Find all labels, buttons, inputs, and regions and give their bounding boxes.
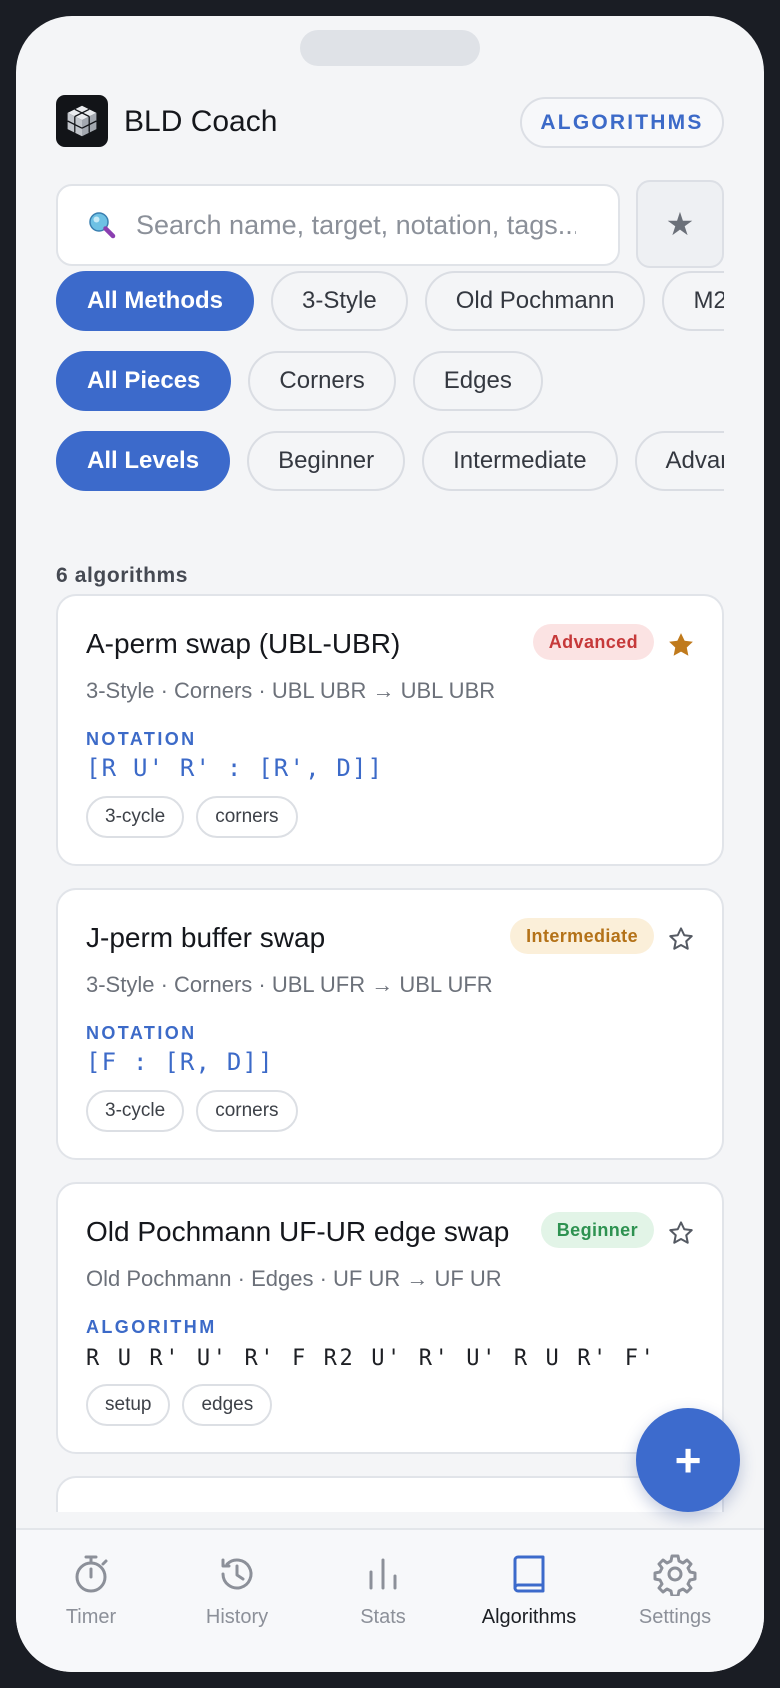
- tag[interactable]: 3-cycle: [86, 796, 185, 838]
- card-meta: Old Pochmann · Edges · UF UR → UF UR: [86, 1266, 502, 1291]
- star-outline-icon[interactable]: [666, 924, 696, 954]
- tag-list: 3-cycle corners: [86, 796, 298, 838]
- card-title: A-perm swap (UBL-UBR): [86, 628, 401, 659]
- chip-3-style[interactable]: 3-Style: [271, 271, 408, 331]
- level-badge: Intermediate: [510, 918, 654, 954]
- notation-label: NOTATION: [86, 729, 197, 749]
- chip-all-pieces[interactable]: All Pieces: [56, 351, 232, 411]
- notation-text: [R U' R' : [R', D]]: [86, 754, 384, 782]
- algorithm-card[interactable]: Old Pochmann UF-UR edge swap Beginner Ol…: [56, 1182, 724, 1454]
- nav-stats[interactable]: Stats: [310, 1552, 456, 1652]
- search-input[interactable]: [136, 209, 576, 241]
- level-badge: Advanced: [532, 624, 654, 660]
- plus-icon: +: [674, 1434, 702, 1486]
- algorithm-list[interactable]: A-perm swap (UBL-UBR) Advanced 3-Style ·…: [56, 594, 724, 1512]
- phone-screen: BLD Coach ALGORITHMS ★ All Methods 3-Sty…: [16, 16, 764, 1672]
- chip-all-methods[interactable]: All Methods: [56, 271, 254, 331]
- algorithm-card[interactable]: [56, 1476, 724, 1512]
- piece-filter-row[interactable]: All Pieces Corners Edges: [56, 351, 724, 413]
- notation-label: NOTATION: [86, 1023, 197, 1043]
- chip-edges[interactable]: Edges: [412, 351, 543, 411]
- chip-corners[interactable]: Corners: [248, 351, 396, 411]
- nav-label: Timer: [65, 1606, 117, 1628]
- tag[interactable]: 3-cycle: [86, 1090, 185, 1132]
- chip-beginner[interactable]: Beginner: [247, 431, 406, 491]
- tag[interactable]: setup: [86, 1384, 171, 1426]
- app-title: BLD Coach: [124, 105, 278, 138]
- chip-all-levels[interactable]: All Levels: [56, 431, 231, 491]
- stopwatch-icon: [75, 1555, 108, 1593]
- card-title: Old Pochmann UF-UR edge swap: [86, 1216, 510, 1247]
- search-box[interactable]: [56, 184, 620, 266]
- nav-label: Algorithms: [481, 1606, 577, 1628]
- notation-label: ALGORITHM: [86, 1317, 217, 1337]
- card-meta: 3-Style · Corners · UBL UBR → UBL UBR: [86, 678, 496, 703]
- algorithm-text: R U R' U' R' F R2 U' R' U' R U R' F': [86, 1346, 657, 1371]
- chip-m2[interactable]: M2: [662, 271, 724, 331]
- gear-icon: [653, 1554, 697, 1596]
- add-algorithm-button[interactable]: +: [636, 1408, 740, 1512]
- bar-chart-icon: [369, 1558, 397, 1590]
- bottom-nav: Timer History Stats Algorithms Settings: [16, 1528, 764, 1672]
- nav-label: History: [205, 1606, 269, 1628]
- notation-text: [F : [R, D]]: [86, 1048, 274, 1076]
- chip-advanced[interactable]: Advanced: [634, 431, 724, 491]
- search-icon: [89, 212, 116, 239]
- nav-settings[interactable]: Settings: [602, 1552, 748, 1652]
- mode-badge[interactable]: ALGORITHMS: [520, 97, 724, 148]
- favorites-filter-button[interactable]: ★: [636, 180, 724, 268]
- nav-label: Stats: [360, 1606, 406, 1628]
- tag-list: setup edges: [86, 1384, 273, 1426]
- nav-label: Settings: [638, 1606, 712, 1628]
- star-filled-icon[interactable]: [666, 630, 696, 660]
- dynamic-island: [300, 30, 480, 66]
- chip-old-pochmann[interactable]: Old Pochmann: [424, 271, 646, 331]
- method-filter-row[interactable]: All Methods 3-Style Old Pochmann M2: [56, 271, 724, 333]
- algorithm-card[interactable]: A-perm swap (UBL-UBR) Advanced 3-Style ·…: [56, 594, 724, 866]
- nav-timer[interactable]: Timer: [18, 1552, 164, 1652]
- star-icon: ★: [665, 206, 695, 242]
- card-meta: 3-Style · Corners · UBL UFR → UBL UFR: [86, 972, 493, 997]
- app-logo-icon: [56, 95, 108, 147]
- history-icon: [221, 1558, 253, 1590]
- tag[interactable]: corners: [196, 796, 298, 838]
- tag[interactable]: edges: [182, 1384, 273, 1426]
- nav-algorithms[interactable]: Algorithms: [456, 1552, 602, 1652]
- star-outline-icon[interactable]: [666, 1218, 696, 1248]
- algorithm-card[interactable]: J-perm buffer swap Intermediate 3-Style …: [56, 888, 724, 1160]
- tag-list: 3-cycle corners: [86, 1090, 298, 1132]
- level-filter-row[interactable]: All Levels Beginner Intermediate Advance…: [56, 431, 724, 493]
- card-title: J-perm buffer swap: [86, 922, 326, 953]
- nav-history[interactable]: History: [164, 1552, 310, 1652]
- chip-intermediate[interactable]: Intermediate: [422, 431, 618, 491]
- results-count: 6 algorithms: [56, 564, 189, 587]
- book-icon: [513, 1555, 545, 1593]
- tag[interactable]: corners: [196, 1090, 298, 1132]
- level-badge: Beginner: [540, 1212, 654, 1248]
